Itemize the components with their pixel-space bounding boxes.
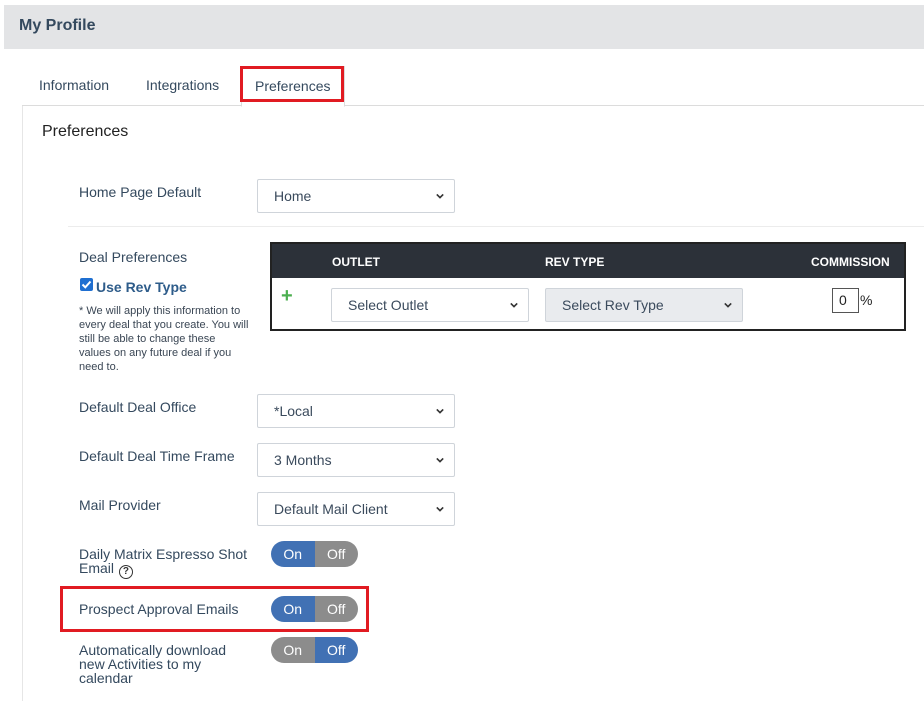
time-frame-select[interactable]: 3 Months <box>257 443 455 477</box>
rev-type-column-header: REV TYPE <box>545 255 605 269</box>
toggle-on-option[interactable]: On <box>271 637 315 663</box>
outlet-select-value: Select Outlet <box>348 297 429 313</box>
auto-download-label: Automatically download new Activities to… <box>79 643 226 685</box>
page-header: My Profile <box>4 5 924 49</box>
deal-office-value: *Local <box>274 403 313 419</box>
home-page-label: Home Page Default <box>79 184 202 200</box>
deal-office-select[interactable]: *Local <box>257 394 455 428</box>
chevron-down-icon <box>724 302 732 308</box>
help-icon[interactable]: ? <box>118 565 133 579</box>
page-title: My Profile <box>19 17 96 34</box>
prospect-approval-toggle[interactable]: On Off <box>271 596 358 622</box>
chevron-down-icon <box>436 193 444 199</box>
section-title: Preferences <box>42 123 129 140</box>
use-rev-type-label[interactable]: Use Rev Type <box>96 279 187 295</box>
toggle-off-option[interactable]: Off <box>314 541 358 567</box>
chevron-down-icon <box>436 506 444 512</box>
espresso-email-label-line2: Email <box>79 560 115 576</box>
chevron-down-icon <box>510 302 518 308</box>
row-divider <box>68 226 924 227</box>
toggle-off-option[interactable]: Off <box>314 637 358 663</box>
commission-column-header: COMMISSION <box>811 255 890 269</box>
auto-download-toggle[interactable]: On Off <box>271 637 358 663</box>
commission-input[interactable]: 0 <box>832 288 859 313</box>
deal-preferences-note: * We will apply this information to ever… <box>79 305 249 373</box>
mail-provider-value: Default Mail Client <box>274 501 388 517</box>
prospect-approval-label: Prospect Approval Emails <box>79 601 239 617</box>
tab-information[interactable]: Information <box>39 66 109 106</box>
use-rev-type-checkbox[interactable] <box>80 278 93 291</box>
add-row-icon[interactable]: + <box>281 286 293 306</box>
toggle-off-option[interactable]: Off <box>314 596 358 622</box>
rev-type-select[interactable]: Select Rev Type <box>545 288 743 322</box>
checkmark-icon <box>81 280 92 289</box>
percent-sign: % <box>860 292 873 308</box>
chevron-down-icon <box>436 408 444 414</box>
outlet-table: OUTLET REV TYPE COMMISSION + Select Outl… <box>270 242 906 331</box>
tab-bar: Information Integrations Preferences <box>22 62 924 107</box>
outlet-column-header: OUTLET <box>332 255 380 269</box>
side-rule <box>22 106 23 701</box>
chevron-down-icon <box>436 457 444 463</box>
deal-office-label: Default Deal Office <box>79 399 197 415</box>
time-frame-label: Default Deal Time Frame <box>79 448 235 464</box>
deal-preferences-label: Deal Preferences <box>79 249 188 265</box>
time-frame-value: 3 Months <box>274 452 332 468</box>
mail-provider-select[interactable]: Default Mail Client <box>257 492 455 526</box>
outlet-table-header: OUTLET REV TYPE COMMISSION <box>272 244 904 278</box>
rev-type-select-value: Select Rev Type <box>562 297 664 313</box>
mail-provider-label: Mail Provider <box>79 497 161 513</box>
espresso-email-label: Daily Matrix Espresso Shot Email ? <box>79 547 247 579</box>
toggle-on-option[interactable]: On <box>271 596 315 622</box>
espresso-email-toggle[interactable]: On Off <box>271 541 358 567</box>
home-page-select[interactable]: Home <box>257 179 455 213</box>
tab-integrations[interactable]: Integrations <box>146 66 219 106</box>
toggle-on-option[interactable]: On <box>271 541 315 567</box>
outlet-select[interactable]: Select Outlet <box>331 288 529 322</box>
tab-highlight-box <box>240 66 344 102</box>
home-page-value: Home <box>274 188 312 204</box>
auto-download-label-line3: calendar <box>79 670 133 686</box>
